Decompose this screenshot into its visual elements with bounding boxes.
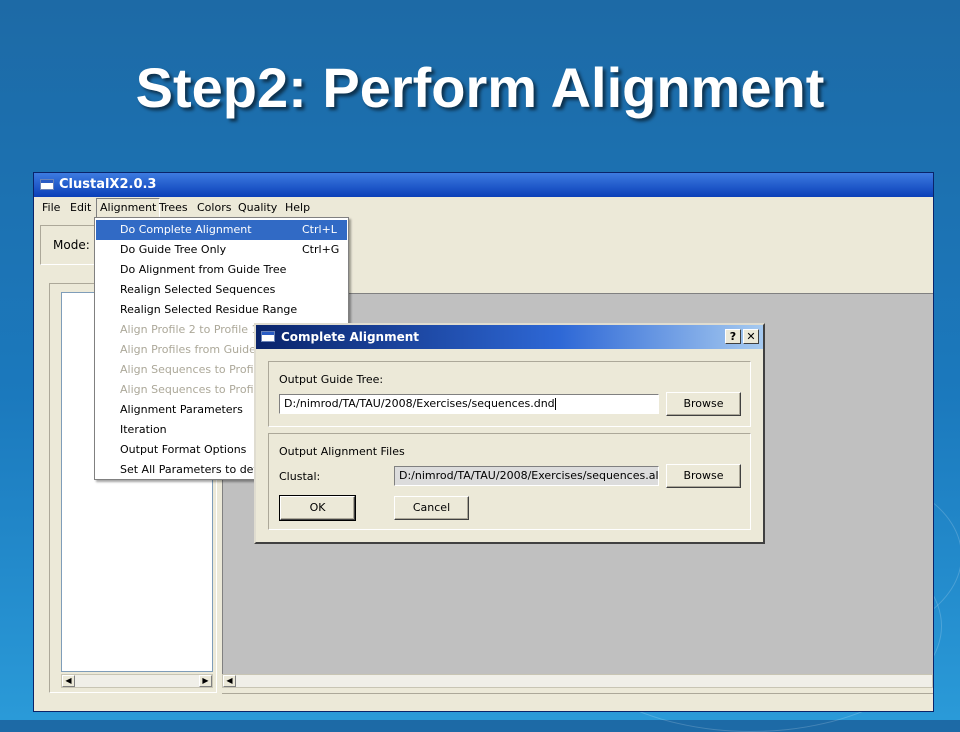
scroll-left-arrow-icon[interactable]: ◀	[223, 675, 236, 687]
guide-tree-path-input[interactable]: D:/nimrod/TA/TAU/2008/Exercises/sequence…	[279, 394, 659, 414]
close-icon[interactable]: ✕	[743, 329, 759, 344]
complete-alignment-dialog: Complete Alignment ? ✕ Output Guide Tree…	[254, 323, 765, 544]
cancel-button[interactable]: Cancel	[394, 496, 469, 520]
menu-alignment[interactable]: Alignment	[96, 198, 161, 218]
help-icon[interactable]: ?	[725, 329, 741, 344]
clustal-browse-button[interactable]: Browse	[666, 464, 741, 488]
scroll-right-arrow-icon[interactable]: ▶	[199, 675, 212, 687]
menu-item-do-guide-tree-only[interactable]: Do Guide Tree Only Ctrl+G	[96, 240, 347, 260]
window-title-bar[interactable]: ClustalX2.0.3	[34, 173, 933, 197]
guide-tree-label: Output Guide Tree:	[279, 373, 384, 386]
menu-help[interactable]: Help	[282, 197, 313, 218]
menu-edit[interactable]: Edit	[67, 197, 94, 218]
alignment-files-label: Output Alignment Files	[279, 445, 405, 458]
slide-title: Step2: Perform Alignment	[135, 56, 825, 119]
dialog-title: Complete Alignment	[281, 330, 420, 344]
clustal-label: Clustal:	[279, 470, 321, 483]
menu-item-realign-selected-sequences[interactable]: Realign Selected Sequences	[96, 280, 347, 300]
menu-trees[interactable]: Trees	[156, 197, 191, 218]
guide-tree-browse-button[interactable]: Browse	[666, 392, 741, 416]
menu-file[interactable]: File	[39, 197, 63, 218]
menu-item-do-complete-alignment[interactable]: Do Complete Alignment Ctrl+L	[96, 220, 347, 240]
menu-colors[interactable]: Colors	[194, 197, 234, 218]
menu-item-realign-residue-range[interactable]: Realign Selected Residue Range	[96, 300, 347, 320]
menu-item-alignment-from-guide-tree[interactable]: Do Alignment from Guide Tree	[96, 260, 347, 280]
ok-button[interactable]: OK	[279, 495, 356, 521]
menu-bar: File Edit Alignment Trees Colors Quality…	[34, 197, 933, 218]
window-title: ClustalX2.0.3	[59, 177, 157, 192]
names-horizontal-scrollbar[interactable]: ◀ ▶	[61, 674, 213, 688]
window-icon	[40, 179, 54, 190]
dialog-icon	[261, 331, 275, 342]
clustal-path-input[interactable]: D:/nimrod/TA/TAU/2008/Exercises/sequence…	[394, 466, 659, 486]
dialog-title-bar[interactable]: Complete Alignment ? ✕	[256, 325, 763, 349]
mode-label: Mode:	[53, 238, 90, 252]
status-strip	[222, 693, 933, 711]
text-cursor	[554, 398, 556, 410]
scroll-left-arrow-icon[interactable]: ◀	[62, 675, 75, 687]
alignment-horizontal-scrollbar[interactable]: ◀	[222, 674, 933, 688]
menu-quality[interactable]: Quality	[235, 197, 280, 218]
